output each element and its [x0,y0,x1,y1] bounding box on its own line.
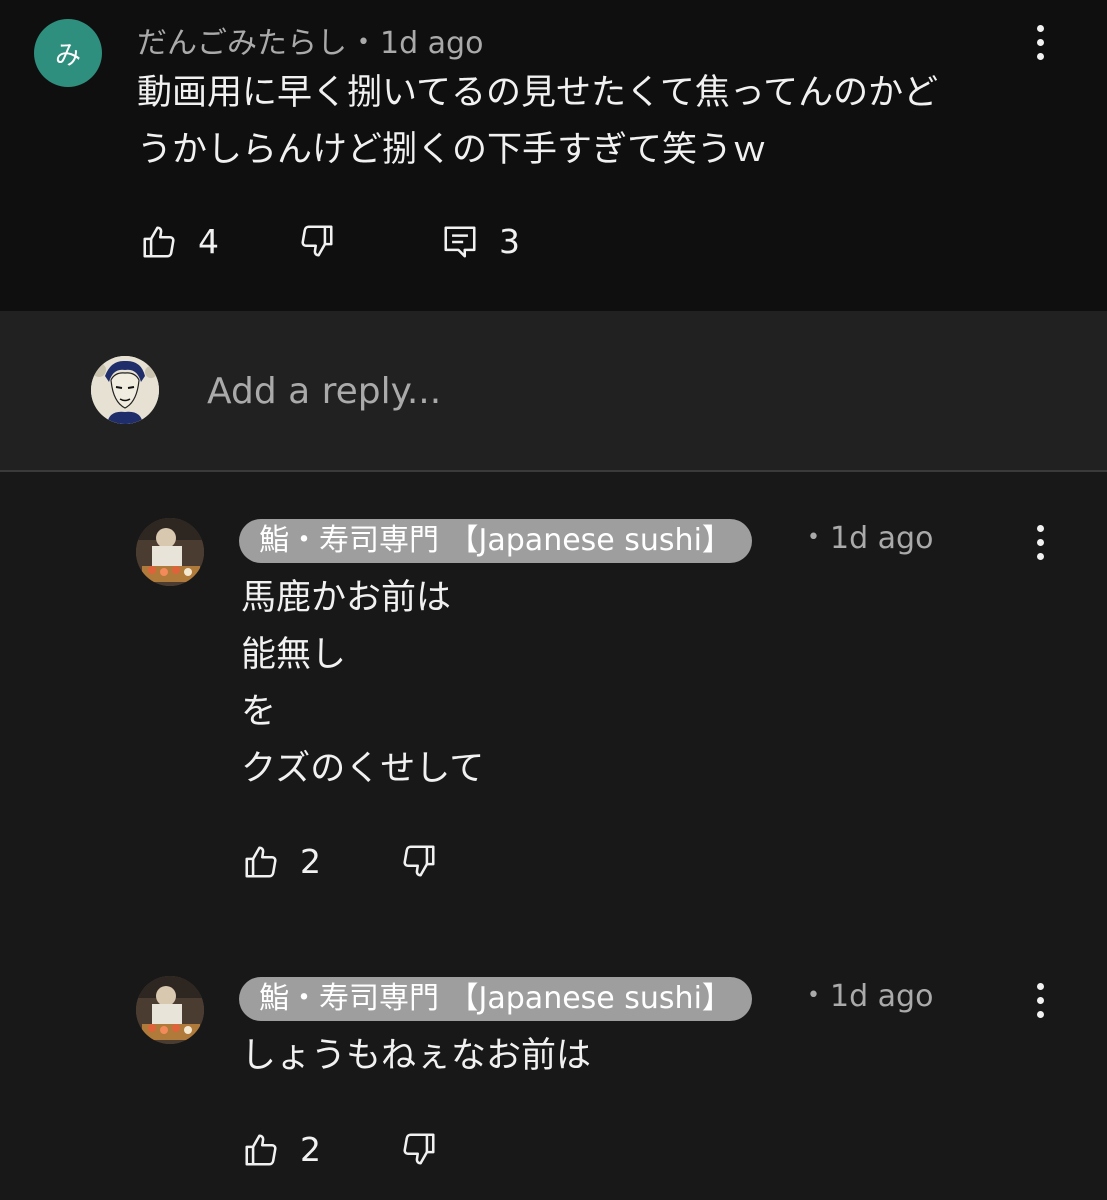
thumbs-up-icon [245,845,277,878]
reply-meta: • 1d ago [797,521,933,556]
like-count: 2 [300,842,321,881]
dislike-button[interactable] [298,222,336,260]
reply-comment-icon [444,225,476,258]
like-count: 4 [198,222,219,261]
more-vert-icon[interactable] [1020,17,1060,67]
reply-text: 馬鹿かお前は 能無し を クズのくせして [241,578,485,789]
avatar-letter: み [54,40,81,71]
meta-separator: • [807,525,820,550]
reply-avatar[interactable] [136,976,204,1044]
reply-author[interactable]: 鮨・寿司専門 【Japanese sushi】 [239,519,752,563]
comment-text: 動画用に早く捌いてるの見せたくて焦ってんのかど うかしらんけど捌くの下手すぎて笑… [137,73,939,170]
thumbs-down-icon [403,1133,435,1165]
comment-author[interactable]: だんごみたらし [137,26,347,61]
divider [0,470,1107,472]
like-button[interactable]: 2 [242,1130,321,1169]
comment-time: 1d ago [379,26,484,61]
replies-button[interactable]: 3 [441,222,520,261]
reply-time: 1d ago [829,521,934,556]
like-button[interactable]: 2 [242,842,321,881]
dislike-button[interactable] [400,842,438,880]
reply-author[interactable]: 鮨・寿司専門 【Japanese sushi】 [239,977,752,1021]
avatar[interactable]: み [34,19,102,87]
reply-count: 3 [499,222,520,261]
thumbs-down-icon [301,225,333,257]
reply-avatar[interactable] [136,518,204,586]
thumbs-down-icon [403,845,435,877]
like-count: 2 [300,1130,321,1169]
thumbs-up-icon [245,1133,277,1166]
user-avatar[interactable] [91,356,159,424]
meta-separator: • [807,983,820,1008]
reply-text: しょうもねぇなお前は [241,1036,592,1076]
reply-meta: • 1d ago [797,979,933,1014]
top-comment: み だんごみたらし • 1d ago 動画用に早く捌いてるの見せたくて焦ってんのかど… [0,0,1107,311]
more-vert-icon[interactable] [1020,517,1060,567]
reply-input[interactable] [205,362,1009,420]
more-vert-icon[interactable] [1020,975,1060,1025]
dislike-button[interactable] [400,1130,438,1168]
comment-meta: だんごみたらし • 1d ago [137,18,483,62]
meta-separator: • [357,30,370,55]
like-button[interactable]: 4 [140,222,219,261]
reply-time: 1d ago [829,979,934,1014]
thumbs-up-icon [143,225,175,258]
